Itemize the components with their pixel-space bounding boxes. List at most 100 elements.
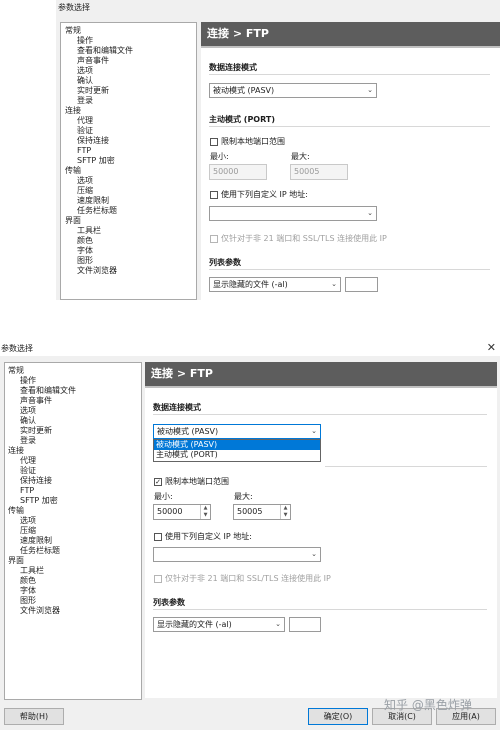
tree-item[interactable]: 选项 <box>20 406 36 416</box>
tree-item[interactable]: 代理 <box>20 456 36 466</box>
max-port-value: 50005 <box>294 167 320 176</box>
settings-tree[interactable]: 常规 操作 查看和编辑文件 声音事件 选项 确认 实时更新 登录 连接 代理 验… <box>4 362 142 700</box>
tree-item[interactable]: 操作 <box>20 376 36 386</box>
active-mode-heading: 主动模式 (PORT) <box>209 115 276 124</box>
ip-only-label: 仅针对于非 21 端口和 SSL/TLS 连接使用此 IP <box>165 574 331 583</box>
tree-item[interactable]: 保持连接 <box>77 136 109 146</box>
section-divider <box>325 466 487 467</box>
mode-option-pasv[interactable]: 被动模式 (PASV) <box>154 440 320 450</box>
tree-item[interactable]: 查看和编辑文件 <box>20 386 76 396</box>
tree-item[interactable]: 图形 <box>77 256 93 266</box>
tree-item[interactable]: 实时更新 <box>20 426 52 436</box>
data-conn-heading: 数据连接模式 <box>209 63 257 72</box>
chevron-down-icon: ⌄ <box>367 86 373 94</box>
min-port-input[interactable]: 50000 ▲ ▼ <box>153 504 211 520</box>
tree-item[interactable]: 连接 <box>8 446 24 456</box>
max-port-input[interactable]: 50005 <box>290 164 348 180</box>
tree-item[interactable]: 保持连接 <box>20 476 52 486</box>
tree-item[interactable]: 声音事件 <box>20 396 52 406</box>
tree-item[interactable]: 常规 <box>8 366 24 376</box>
tree-item[interactable]: SFTP 加密 <box>20 496 58 506</box>
min-port-input[interactable]: 50000 <box>209 164 267 180</box>
section-divider <box>209 269 490 270</box>
tree-item[interactable]: 声音事件 <box>77 56 109 66</box>
custom-ip-input[interactable]: ⌄ <box>153 547 321 562</box>
close-icon[interactable]: ✕ <box>487 341 496 354</box>
chevron-down-icon: ⌄ <box>311 550 317 558</box>
tree-item[interactable]: 文件浏览器 <box>20 606 60 616</box>
tree-item[interactable]: 登录 <box>77 96 93 106</box>
tree-item[interactable]: 任务栏标题 <box>20 546 60 556</box>
bottom-dialog: 参数选择 ✕ 常规 操作 查看和编辑文件 声音事件 选项 确认 实时更新 登录 … <box>0 338 500 730</box>
custom-ip-input[interactable]: ⌄ <box>209 206 377 221</box>
list-select[interactable]: 显示隐藏的文件 (-al) ⌄ <box>153 617 285 632</box>
tree-item[interactable]: 图形 <box>20 596 36 606</box>
tree-item[interactable]: 速度限制 <box>20 536 52 546</box>
settings-panel: 连接 > FTP 数据连接模式 被动模式 (PASV) ⌄ 主动模式 (PORT… <box>201 22 500 300</box>
tree-item[interactable]: SFTP 加密 <box>77 156 115 166</box>
section-divider <box>153 414 487 415</box>
mode-dropdown-list[interactable]: 被动模式 (PASV) 主动模式 (PORT) <box>153 439 321 462</box>
min-port-value: 50000 <box>213 167 239 176</box>
header-divider <box>145 386 497 388</box>
tree-item[interactable]: 字体 <box>77 246 93 256</box>
help-button[interactable]: 帮助(H) <box>4 708 64 725</box>
tree-item[interactable]: 界面 <box>8 556 24 566</box>
port-range-checkbox[interactable] <box>210 138 218 146</box>
tree-item[interactable]: 登录 <box>20 436 36 446</box>
ok-button[interactable]: 确定(O) <box>308 708 368 725</box>
list-select-value: 显示隐藏的文件 (-al) <box>213 280 288 289</box>
tree-item[interactable]: 常规 <box>65 26 81 36</box>
tree-item-selected[interactable]: FTP <box>77 146 91 156</box>
list-extra-input[interactable] <box>345 277 378 292</box>
tree-item[interactable]: 代理 <box>77 116 93 126</box>
list-select[interactable]: 显示隐藏的文件 (-al) ⌄ <box>209 277 341 292</box>
tree-item[interactable]: 文件浏览器 <box>77 266 117 276</box>
tree-item[interactable]: 传输 <box>65 166 81 176</box>
tree-item[interactable]: 查看和编辑文件 <box>77 46 133 56</box>
stepper-icon[interactable]: ▲ ▼ <box>280 505 290 519</box>
tree-item[interactable]: 选项 <box>77 66 93 76</box>
tree-item[interactable]: 选项 <box>20 516 36 526</box>
tree-item[interactable]: 实时更新 <box>77 86 109 96</box>
tree-item-selected[interactable]: FTP <box>20 486 34 496</box>
tree-item[interactable]: 界面 <box>65 216 81 226</box>
tree-item[interactable]: 字体 <box>20 586 36 596</box>
custom-ip-checkbox[interactable] <box>210 191 218 199</box>
settings-tree[interactable]: 常规 操作 查看和编辑文件 声音事件 选项 确认 实时更新 登录 连接 代理 验… <box>60 22 197 300</box>
port-range-checkbox[interactable]: ✓ <box>154 478 162 486</box>
tree-item[interactable]: 确认 <box>77 76 93 86</box>
list-extra-input[interactable] <box>289 617 321 632</box>
dialog-title: 参数选择 <box>58 3 90 12</box>
tree-item[interactable]: 任务栏标题 <box>77 206 117 216</box>
min-port-value: 50000 <box>157 507 183 516</box>
tree-item[interactable]: 工具栏 <box>20 566 44 576</box>
tree-item[interactable]: 压缩 <box>20 526 36 536</box>
ip-only-checkbox[interactable] <box>210 235 218 243</box>
tree-item[interactable]: 颜色 <box>77 236 93 246</box>
tree-item[interactable]: 速度限制 <box>77 196 109 206</box>
tree-item[interactable]: 传输 <box>8 506 24 516</box>
data-conn-heading: 数据连接模式 <box>153 403 201 412</box>
ip-only-checkbox[interactable] <box>154 575 162 583</box>
max-port-input[interactable]: 50005 ▲ ▼ <box>233 504 291 520</box>
page-header: 连接 > FTP <box>201 22 500 46</box>
mode-select[interactable]: 被动模式 (PASV) ⌄ <box>153 424 321 439</box>
tree-item[interactable]: 操作 <box>77 36 93 46</box>
tree-item[interactable]: 验证 <box>20 466 36 476</box>
chevron-down-icon: ⌄ <box>311 427 317 435</box>
mode-select-value: 被动模式 (PASV) <box>157 427 219 436</box>
tree-item[interactable]: 选项 <box>77 176 93 186</box>
custom-ip-checkbox[interactable] <box>154 533 162 541</box>
tree-item[interactable]: 连接 <box>65 106 81 116</box>
port-range-label: 限制本地端口范围 <box>221 137 285 146</box>
tree-item[interactable]: 工具栏 <box>77 226 101 236</box>
tree-item[interactable]: 颜色 <box>20 576 36 586</box>
stepper-icon[interactable]: ▲ ▼ <box>200 505 210 519</box>
mode-option-port[interactable]: 主动模式 (PORT) <box>154 450 320 460</box>
tree-item[interactable]: 压缩 <box>77 186 93 196</box>
tree-item[interactable]: 确认 <box>20 416 36 426</box>
tree-item[interactable]: 验证 <box>77 126 93 136</box>
dialog-title: 参数选择 <box>1 344 33 353</box>
mode-select[interactable]: 被动模式 (PASV) ⌄ <box>209 83 377 98</box>
